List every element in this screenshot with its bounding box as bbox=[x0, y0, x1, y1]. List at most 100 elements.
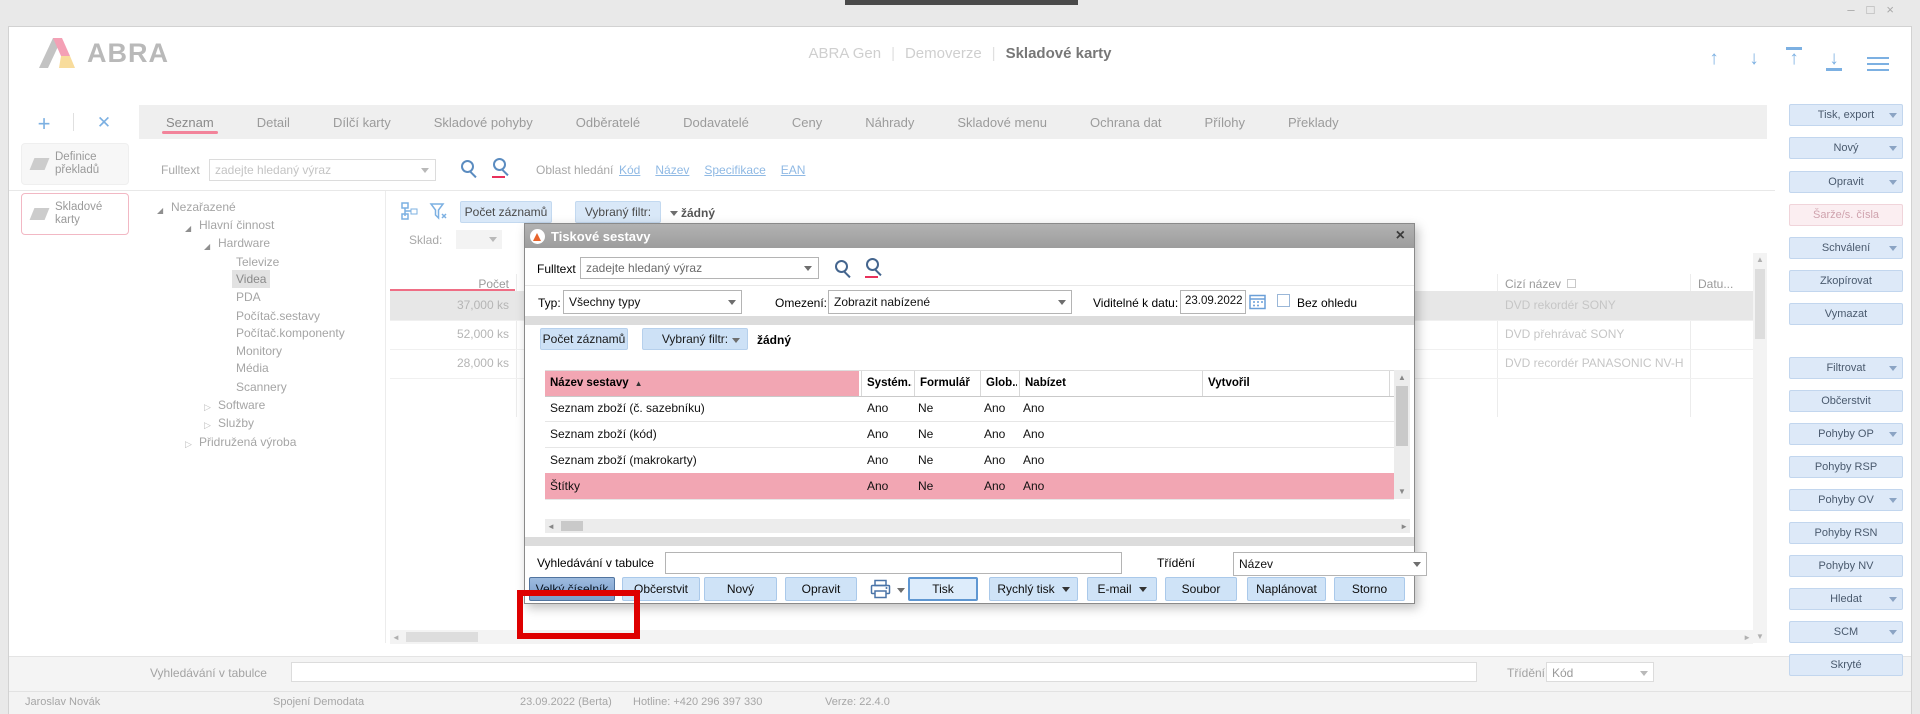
tab-preklady[interactable]: Překlady bbox=[1288, 105, 1339, 139]
scrollbar-thumb[interactable] bbox=[1396, 386, 1408, 446]
search-icon[interactable] bbox=[835, 260, 848, 273]
tree-item-sluzby[interactable]: ▷Služby bbox=[139, 414, 383, 432]
report-row[interactable]: ŠtítkyAnoNeAnoAno bbox=[545, 473, 1394, 500]
tree-item-nezarazene[interactable]: ◢Nezařazené bbox=[139, 198, 383, 216]
column-header-form[interactable]: Formulář bbox=[914, 371, 978, 396]
scrollbar-thumb[interactable] bbox=[561, 521, 583, 531]
visible-date-input[interactable]: 23.09.2022 bbox=[1180, 290, 1246, 314]
action-button-pohyby-rsp[interactable]: Pohyby RSP bbox=[1789, 456, 1903, 478]
dialog-horizontal-scrollbar[interactable]: ◄ ► bbox=[545, 519, 1410, 533]
tree-item-videa[interactable]: Videa bbox=[139, 270, 383, 288]
tab-ochrana-dat[interactable]: Ochrana dat bbox=[1090, 105, 1162, 139]
add-agenda-button[interactable]: + bbox=[33, 111, 55, 137]
tab-skladove-menu[interactable]: Skladové menu bbox=[957, 105, 1047, 139]
arrow-down-icon[interactable]: ↓ bbox=[1743, 47, 1765, 71]
tab-odberatele[interactable]: Odběratelé bbox=[576, 105, 640, 139]
action-button-pohyby-rsn[interactable]: Pohyby RSN bbox=[1789, 522, 1903, 544]
dialog-button-e-mail[interactable]: E-mail bbox=[1087, 577, 1157, 601]
tree-item-pridruzena-vyroba[interactable]: ▷Přidružená výroba bbox=[139, 433, 383, 451]
tree-item-hlavni-cinnost[interactable]: ◢Hlavní činnost bbox=[139, 216, 383, 234]
action-button-obcerstvit[interactable]: Občerstvit bbox=[1789, 390, 1903, 412]
tree-view-icon[interactable] bbox=[401, 202, 420, 221]
action-button-schvaleni[interactable]: Schválení bbox=[1789, 237, 1903, 259]
column-header-global[interactable]: Glob... bbox=[980, 371, 1017, 396]
tab-ceny[interactable]: Ceny bbox=[792, 105, 822, 139]
dialog-button-rychly-tisk[interactable]: Rychlý tisk bbox=[989, 577, 1078, 601]
tab-dilci-karty[interactable]: Dílčí karty bbox=[333, 105, 391, 139]
search-in-found-icon[interactable] bbox=[866, 258, 879, 271]
printer-icon[interactable] bbox=[870, 579, 891, 599]
dialog-record-count-button[interactable]: Počet záznamů bbox=[540, 328, 628, 350]
collapsed-arrow-icon[interactable]: ▷ bbox=[185, 435, 192, 453]
tree-item-pocitac-komponenty[interactable]: Počítač.komponenty bbox=[139, 324, 383, 342]
arrow-up-icon[interactable]: ↑ bbox=[1703, 47, 1725, 71]
calendar-icon[interactable] bbox=[1249, 293, 1266, 310]
dialog-table-search-input[interactable] bbox=[665, 552, 1122, 574]
chevron-down-icon[interactable] bbox=[804, 266, 812, 271]
action-button-tisk-export[interactable]: Tisk, export bbox=[1789, 104, 1903, 126]
scrollbar-thumb[interactable] bbox=[1755, 269, 1765, 339]
scope-link-ean[interactable]: EAN bbox=[781, 163, 806, 177]
dropdown-icon[interactable] bbox=[1889, 432, 1897, 437]
window-controls[interactable]: –□× bbox=[1847, 2, 1906, 17]
tree-item-scannery[interactable]: Scannery bbox=[139, 378, 383, 396]
search-in-found-icon[interactable] bbox=[493, 158, 506, 171]
chevron-down-icon[interactable] bbox=[421, 168, 429, 173]
close-icon[interactable]: × bbox=[1886, 2, 1906, 17]
agenda-card-definice-prekladu[interactable]: Definice překladů bbox=[21, 143, 129, 185]
column-header-date[interactable]: Datu... bbox=[1698, 277, 1733, 291]
tab-seznam[interactable]: Seznam bbox=[166, 105, 214, 139]
tree-item-media[interactable]: Média bbox=[139, 359, 383, 377]
dropdown-icon[interactable] bbox=[1062, 587, 1070, 592]
action-button-zkopirovat[interactable]: Zkopírovat bbox=[1789, 270, 1903, 292]
dialog-button-naplanovat[interactable]: Naplánovat bbox=[1247, 577, 1326, 601]
report-row[interactable]: Seznam zboží (makrokarty)AnoNeAnoAno bbox=[545, 447, 1394, 474]
dialog-button-tisk[interactable]: Tisk bbox=[908, 577, 978, 601]
action-button-pohyby-ov[interactable]: Pohyby OV bbox=[1789, 489, 1903, 511]
tab-prilohy[interactable]: Přílohy bbox=[1205, 105, 1245, 139]
scroll-right-icon[interactable]: ► bbox=[1400, 522, 1408, 531]
scroll-left-icon[interactable]: ◄ bbox=[547, 522, 555, 531]
action-button-filtrovat[interactable]: Filtrovat bbox=[1789, 357, 1903, 379]
scroll-down-icon[interactable]: ▼ bbox=[1394, 487, 1410, 496]
dialog-fulltext-input[interactable] bbox=[580, 257, 819, 279]
column-header-foreign-name[interactable]: Cizí název bbox=[1505, 277, 1576, 291]
dropdown-icon[interactable] bbox=[1889, 113, 1897, 118]
selected-filter-button[interactable]: Vybraný filtr: bbox=[575, 201, 661, 223]
printer-dropdown-icon[interactable] bbox=[897, 588, 905, 593]
type-select[interactable]: Všechny typy bbox=[563, 290, 742, 314]
vertical-scrollbar[interactable]: ▲ ▼ bbox=[1753, 253, 1767, 643]
dialog-button-soubor[interactable]: Soubor bbox=[1165, 577, 1237, 601]
minimize-icon[interactable]: – bbox=[1847, 2, 1866, 17]
maximize-icon[interactable]: □ bbox=[1867, 2, 1887, 17]
dropdown-icon[interactable] bbox=[1139, 587, 1147, 592]
action-button-scm[interactable]: SCM bbox=[1789, 621, 1903, 643]
action-button-pohyby-op[interactable]: Pohyby OP bbox=[1789, 423, 1903, 445]
dialog-selected-filter-button[interactable]: Vybraný filtr: bbox=[642, 328, 748, 350]
scroll-left-icon[interactable]: ◄ bbox=[392, 633, 400, 642]
scroll-up-icon[interactable]: ▲ bbox=[1394, 373, 1410, 382]
tree-item-televize[interactable]: Televize bbox=[139, 253, 383, 271]
dialog-button-novy[interactable]: Nový bbox=[704, 577, 777, 601]
scrollbar-thumb[interactable] bbox=[406, 632, 478, 642]
scroll-up-icon[interactable]: ▲ bbox=[1753, 255, 1767, 264]
dialog-vertical-scrollbar[interactable]: ▲ ▼ bbox=[1394, 370, 1410, 499]
tree-item-pocitac-sestavy[interactable]: Počítač.sestavy bbox=[139, 307, 383, 325]
search-icon[interactable] bbox=[461, 160, 474, 173]
tree-item-hardware[interactable]: ◢Hardware bbox=[139, 234, 383, 252]
tab-dodavatele[interactable]: Dodavatelé bbox=[683, 105, 749, 139]
scroll-right-icon[interactable]: ► bbox=[1743, 633, 1751, 642]
dialog-titlebar[interactable]: Tiskové sestavy × bbox=[525, 224, 1414, 248]
regardless-checkbox[interactable] bbox=[1277, 294, 1290, 307]
tree-item-software[interactable]: ▷Software bbox=[139, 396, 383, 414]
dropdown-icon[interactable] bbox=[1889, 597, 1897, 602]
action-button-pohyby-nv[interactable]: Pohyby NV bbox=[1789, 555, 1903, 577]
dropdown-icon[interactable] bbox=[1889, 180, 1897, 185]
dropdown-icon[interactable] bbox=[1889, 146, 1897, 151]
tab-detail[interactable]: Detail bbox=[257, 105, 290, 139]
tree-item-monitory[interactable]: Monitory bbox=[139, 342, 383, 360]
action-button-vymazat[interactable]: Vymazat bbox=[1789, 303, 1903, 325]
warehouse-select[interactable] bbox=[456, 230, 502, 249]
dialog-sort-select[interactable]: Název bbox=[1233, 552, 1427, 576]
agenda-card-skladove-karty[interactable]: Skladové karty bbox=[21, 193, 129, 235]
